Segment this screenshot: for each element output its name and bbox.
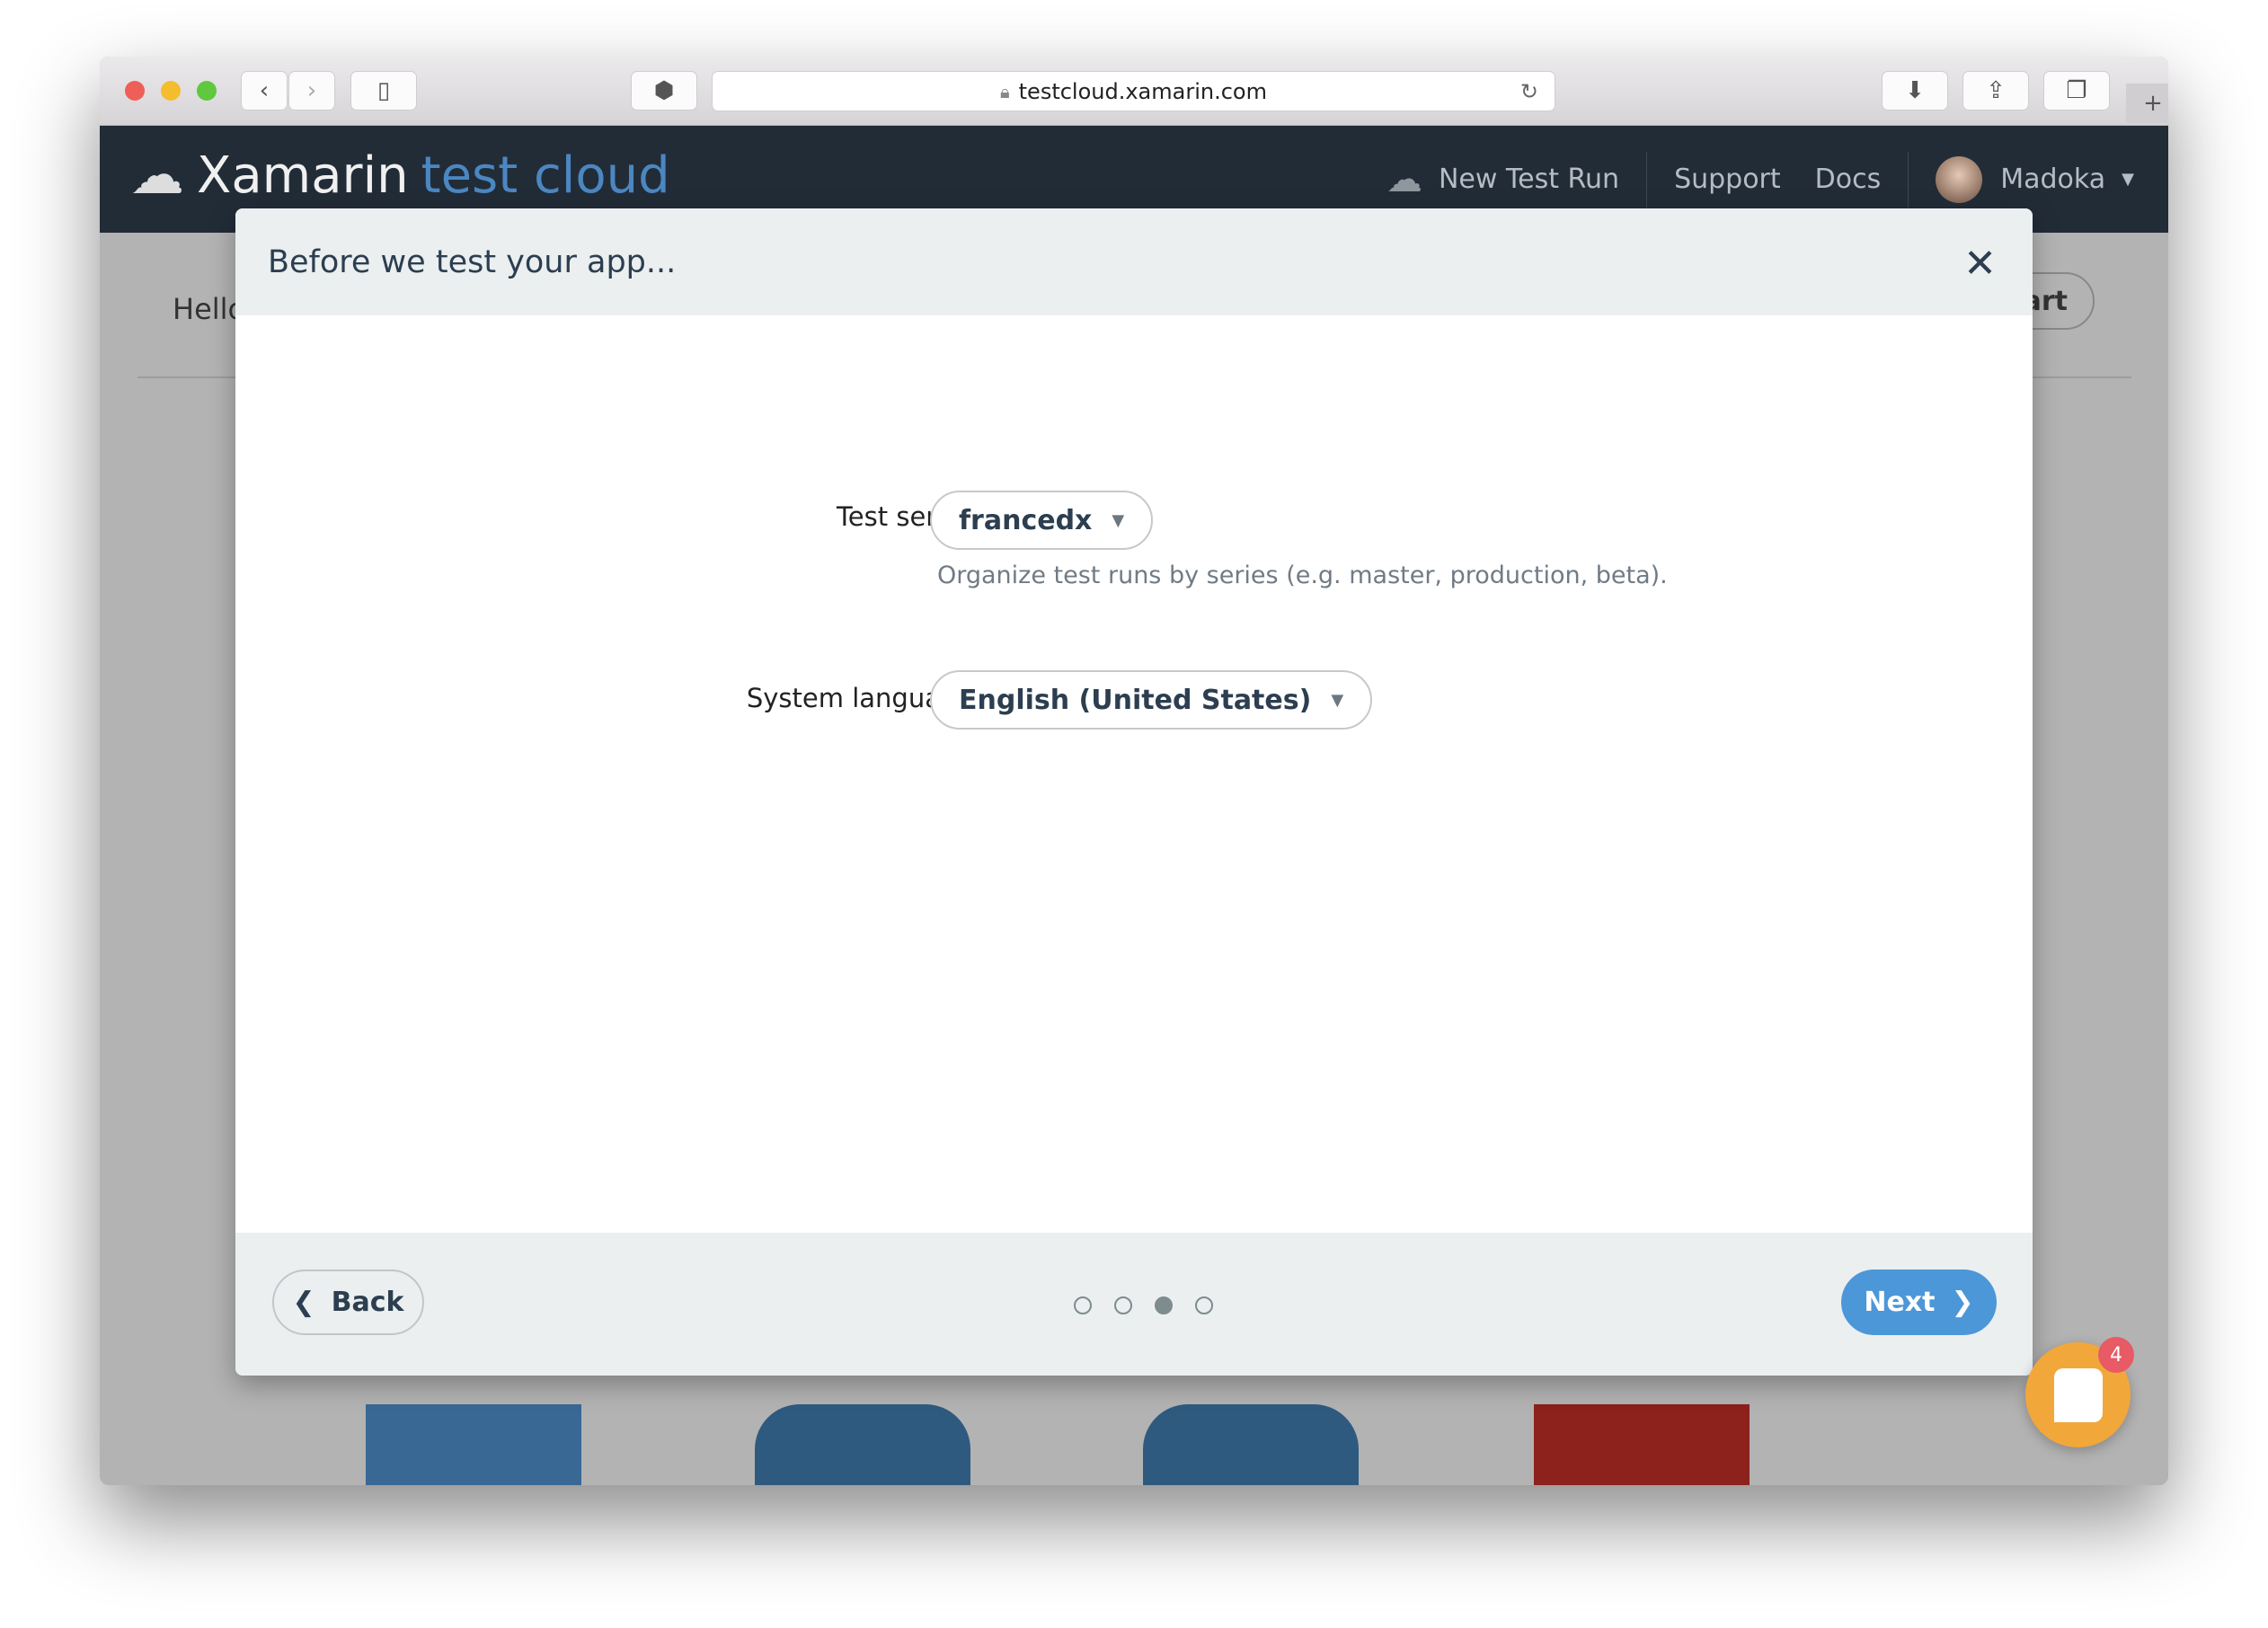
back-button[interactable]: ❮ Back [272, 1270, 424, 1335]
chevron-down-icon: ▼ [1112, 510, 1125, 530]
cloud-bolt-icon: ☁ [130, 144, 184, 207]
xamarin-app-icon[interactable] [366, 1404, 581, 1485]
red-app-icon[interactable] [1534, 1404, 1750, 1485]
chat-bubble-icon [2053, 1367, 2103, 1422]
reload-icon[interactable]: ↻ [1520, 79, 1538, 104]
test-series-hint: Organize test runs by series (e.g. maste… [937, 562, 1668, 589]
url-text: testcloud.xamarin.com [1018, 78, 1267, 104]
step-dot-active[interactable] [1155, 1296, 1173, 1314]
browser-window: ‹ › ▯ ⬢ 🔒︎ testcloud.xamarin.com ↻ ⬇ ⇪ ❐ +… [100, 57, 2168, 1485]
forward-nav-icon[interactable]: › [288, 71, 335, 111]
close-icon[interactable]: ✕ [1963, 241, 1997, 287]
docs-link[interactable]: Docs [1815, 164, 1882, 195]
shield-icon[interactable]: ⬢ [631, 71, 697, 111]
chevron-right-icon: ❯ [1951, 1287, 1974, 1318]
next-label: Next [1864, 1287, 1936, 1318]
step-indicator [1074, 1296, 1213, 1314]
step-dot[interactable] [1114, 1296, 1132, 1314]
greeting-text: Hello [173, 292, 246, 326]
avatar[interactable] [1936, 155, 1983, 203]
sidebar-icon[interactable]: ▯ [350, 71, 417, 111]
chevron-down-icon: ▼ [1331, 690, 1344, 710]
modal-header: Before we test your app... [235, 208, 2033, 315]
minimize-window-button[interactable] [161, 81, 181, 101]
brand-secondary: test cloud [421, 146, 670, 205]
lock-icon: 🔒︎ [1000, 80, 1010, 102]
step-dot[interactable] [1074, 1296, 1092, 1314]
back-label: Back [331, 1287, 404, 1318]
zoom-window-button[interactable] [197, 81, 217, 101]
back-nav-icon[interactable]: ‹ [241, 71, 288, 111]
step-dot[interactable] [1195, 1296, 1213, 1314]
cloud-upload-icon: ☁ [1386, 158, 1422, 200]
modal-title: Before we test your app... [268, 243, 677, 280]
address-bar[interactable]: 🔒︎ testcloud.xamarin.com ↻ [712, 71, 1555, 111]
user-menu[interactable]: Madoka [2000, 164, 2105, 195]
language-value: English (United States) [959, 684, 1312, 716]
test-series-value: francedx [959, 504, 1093, 536]
new-test-run-link[interactable]: New Test Run [1439, 164, 1619, 195]
chat-badge: 4 [2098, 1337, 2134, 1373]
test-series-select[interactable]: francedx ▼ [930, 491, 1154, 550]
language-label: System language: [746, 683, 982, 713]
modal-footer: ❮ Back Next ❯ [235, 1233, 2033, 1376]
support-link[interactable]: Support [1674, 164, 1781, 195]
logo[interactable]: ☁ Xamarin test cloud [130, 144, 670, 207]
apple-app-icon[interactable] [1143, 1404, 1359, 1485]
close-window-button[interactable] [125, 81, 145, 101]
chevron-left-icon: ❮ [292, 1287, 315, 1318]
nav-divider [1646, 151, 1648, 208]
new-tab-icon[interactable]: + [2126, 84, 2168, 123]
browser-toolbar: ‹ › ▯ ⬢ 🔒︎ testcloud.xamarin.com ↻ ⬇ ⇪ ❐ + [100, 57, 2168, 126]
test-series-label: Test series: [837, 501, 982, 532]
brand-primary: Xamarin [197, 146, 409, 205]
download-icon[interactable]: ⬇ [1882, 71, 1948, 111]
share-icon[interactable]: ⇪ [1962, 71, 2029, 111]
tabs-icon[interactable]: ❐ [2043, 71, 2110, 111]
language-select[interactable]: English (United States) ▼ [930, 670, 1373, 730]
apple-app-icon[interactable] [755, 1404, 970, 1485]
nav-divider [1908, 151, 1909, 208]
chevron-down-icon[interactable]: ▼ [2122, 170, 2134, 189]
next-button[interactable]: Next ❯ [1841, 1270, 1997, 1335]
setup-modal: Before we test your app... ✕ Test series… [235, 208, 2033, 1376]
